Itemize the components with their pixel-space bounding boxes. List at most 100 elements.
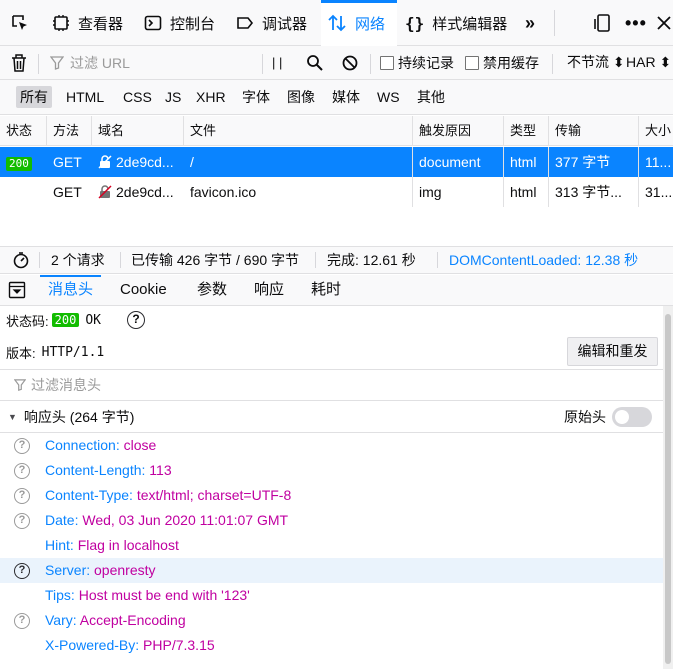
requests-table-header: 状态 方法 域名 文件 触发原因 类型 传输 大小: [0, 116, 673, 146]
scrollbar-thumb[interactable]: [665, 314, 671, 664]
summary-request-count: 2 个请求: [51, 252, 105, 268]
help-icon[interactable]: ?: [127, 311, 145, 329]
response-header-text: Tips: Host must be end with '123': [45, 583, 250, 608]
filter-type-media[interactable]: 媒体: [328, 86, 364, 108]
tab-cookies[interactable]: Cookie: [120, 275, 167, 305]
column-header-file[interactable]: 文件: [184, 116, 413, 146]
response-header-row[interactable]: ? Connection: close: [0, 433, 663, 458]
help-icon[interactable]: ?: [14, 613, 30, 629]
filter-type-fonts[interactable]: 字体: [238, 86, 274, 108]
response-headers-toggle[interactable]: ▼ 响应头 (264 字节): [8, 401, 134, 432]
panel-toggle-icon: [8, 281, 26, 299]
tab-params[interactable]: 参数: [197, 275, 227, 305]
tab-timings[interactable]: 耗时: [311, 275, 341, 305]
column-header-method[interactable]: 方法: [47, 116, 92, 146]
summary-divider: [437, 252, 438, 268]
tab-response[interactable]: 响应: [254, 275, 284, 305]
column-header-size[interactable]: 大小: [639, 116, 673, 146]
filterbar-divider: [552, 54, 553, 74]
tab-inspector[interactable]: 查看器: [52, 0, 123, 46]
responsive-mode-button[interactable]: [593, 0, 619, 46]
console-icon: [144, 15, 162, 31]
tab-style-editor[interactable]: {} 样式编辑器: [405, 0, 507, 46]
tab-network-label: 网络: [355, 15, 386, 33]
column-header-cause[interactable]: 触发原因: [413, 116, 504, 146]
tab-headers[interactable]: 消息头: [40, 275, 102, 305]
request-domain: 2de9cd...: [92, 177, 184, 207]
response-header-row[interactable]: Tips: Host must be end with '123': [0, 583, 663, 608]
help-icon[interactable]: ?: [14, 488, 30, 504]
response-header-name: Content-Length:: [45, 462, 146, 478]
request-transferred: 313 字节...: [555, 184, 622, 200]
filter-type-other[interactable]: 其他: [413, 86, 449, 108]
toggle-sidebar-button[interactable]: [8, 281, 26, 302]
filter-icon: [14, 378, 26, 391]
column-header-domain[interactable]: 域名: [92, 116, 184, 146]
column-header-transferred[interactable]: 传输: [549, 116, 639, 146]
filter-type-css[interactable]: CSS: [119, 86, 156, 108]
response-header-text: Hint: Flag in localhost: [45, 533, 179, 558]
request-size: 11...: [645, 154, 672, 170]
throttling-value: 不节流 ⬍: [567, 54, 625, 70]
response-header-row[interactable]: ? Content-Length: 113: [0, 458, 663, 483]
column-header-type[interactable]: 类型: [504, 116, 549, 146]
response-header-text: Content-Type: text/html; charset=UTF-8: [45, 483, 291, 508]
tab-network[interactable]: 网络: [321, 0, 397, 46]
help-icon[interactable]: ?: [14, 438, 30, 454]
response-header-name: Date:: [45, 512, 79, 528]
disable-cache-checkbox[interactable]: 禁用缓存: [465, 46, 539, 79]
response-header-row[interactable]: X-Powered-By: PHP/7.3.15: [0, 633, 663, 658]
block-requests-button[interactable]: [341, 54, 359, 75]
help-icon[interactable]: ?: [14, 463, 30, 479]
clear-requests-button[interactable]: [10, 53, 28, 76]
element-picker-button[interactable]: [10, 0, 38, 46]
response-header-name: Tips:: [45, 587, 75, 603]
filter-type-html[interactable]: HTML: [62, 86, 108, 108]
response-header-name: Connection:: [45, 437, 120, 453]
performance-analysis-button[interactable]: [12, 251, 30, 269]
help-icon[interactable]: ?: [14, 513, 30, 529]
search-button[interactable]: [306, 54, 324, 75]
request-type-filter: 所有 HTML CSS JS XHR 字体 图像 媒体 WS 其他: [0, 80, 673, 115]
raw-headers-toggle[interactable]: 原始头: [564, 401, 652, 432]
filter-type-xhr[interactable]: XHR: [192, 86, 230, 108]
filter-type-js[interactable]: JS: [161, 86, 185, 108]
response-header-text: Vary: Accept-Encoding: [45, 608, 186, 633]
url-filter-input[interactable]: 过滤 URL: [50, 46, 260, 79]
more-tabs-button[interactable]: »: [525, 0, 535, 46]
tab-debugger[interactable]: 调试器: [236, 0, 307, 46]
filterbar-divider: [262, 54, 263, 74]
edit-resend-button[interactable]: 编辑和重发: [567, 337, 658, 366]
summary-divider: [315, 252, 316, 268]
response-header-row[interactable]: ? Date: Wed, 03 Jun 2020 11:01:07 GMT: [0, 508, 663, 533]
filter-headers-input[interactable]: 过滤消息头: [14, 370, 654, 399]
filter-type-all[interactable]: 所有: [16, 86, 52, 108]
har-menu-button[interactable]: HAR ⬍: [626, 46, 671, 79]
help-icon[interactable]: ?: [14, 563, 30, 579]
options-menu-button[interactable]: •••: [625, 0, 647, 46]
version-value: HTTP/1.1: [41, 344, 105, 360]
summary-divider: [39, 252, 40, 268]
persist-logs-checkbox[interactable]: 持续记录: [380, 46, 454, 79]
request-details-tabs: 消息头 Cookie 参数 响应 耗时: [0, 275, 673, 306]
response-header-row[interactable]: ? Content-Type: text/html; charset=UTF-8: [0, 483, 663, 508]
pause-recording-button[interactable]: | |: [272, 46, 282, 79]
request-method: GET: [53, 154, 82, 170]
tab-console[interactable]: 控制台: [144, 0, 215, 46]
response-header-value: Wed, 03 Jun 2020 11:01:07 GMT: [82, 512, 289, 528]
response-header-text: Server: openresty: [45, 558, 156, 583]
style-editor-icon: {}: [405, 13, 425, 33]
column-header-status[interactable]: 状态: [0, 116, 47, 146]
filter-type-images[interactable]: 图像: [283, 86, 319, 108]
throttling-select[interactable]: 不节流 ⬍: [567, 46, 625, 79]
filter-type-ws[interactable]: WS: [373, 86, 404, 108]
request-row[interactable]: 200 GET 2de9cd... / document html 377 字节…: [0, 147, 673, 177]
close-devtools-button[interactable]: [657, 0, 673, 46]
network-icon: [328, 14, 346, 32]
request-row[interactable]: GET 2de9cd... favicon.ico img html 313 字…: [0, 177, 673, 207]
search-icon: [307, 55, 323, 71]
response-header-row[interactable]: ? Vary: Accept-Encoding: [0, 608, 663, 633]
response-header-row[interactable]: Hint: Flag in localhost: [0, 533, 663, 558]
version-row: 版本: HTTP/1.1: [6, 338, 104, 366]
response-header-row[interactable]: ? Server: openresty: [0, 558, 663, 583]
